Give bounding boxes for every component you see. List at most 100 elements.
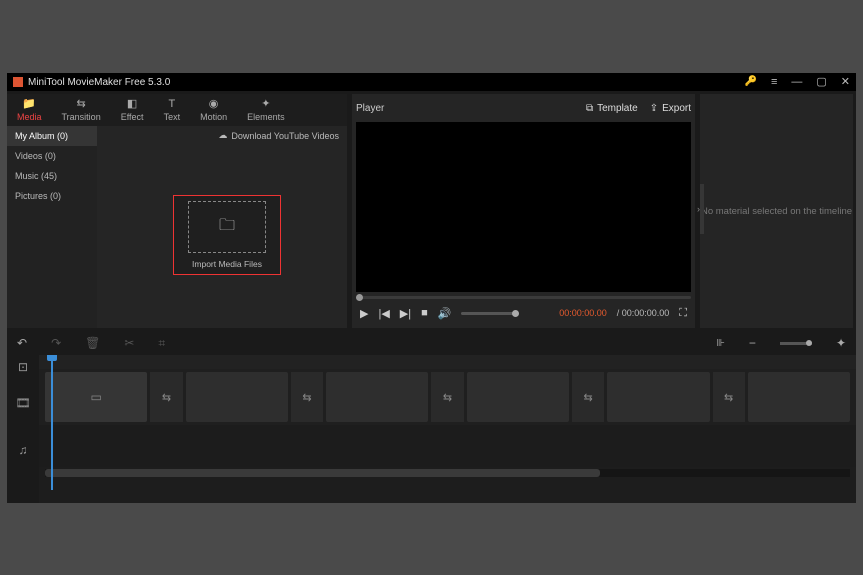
- player-controls: ▶ |◀ ▶| ■ 🔊 00:00:00.00 / 00:00:00.00 ⛶: [356, 302, 691, 324]
- properties-panel: › No material selected on the timeline: [700, 94, 853, 328]
- next-frame-button[interactable]: ▶|: [400, 307, 411, 320]
- menu-icon[interactable]: ≡: [771, 77, 777, 88]
- import-media-button[interactable]: 🗀 Import Media Files: [173, 195, 281, 275]
- tab-elements[interactable]: ✦ Elements: [237, 94, 295, 126]
- transition-slot[interactable]: ⇆: [572, 372, 604, 422]
- scrub-track[interactable]: [356, 296, 691, 299]
- timeline-toolbar: ↶ ↷ 🗑 ✂ ⌗ ⊪ − ✦: [7, 331, 856, 355]
- clip-slot[interactable]: [326, 372, 428, 422]
- close-button[interactable]: ✕: [841, 77, 850, 88]
- app-window: MiniTool MovieMaker Free 5.3.0 🔑 ≡ ― ▢ ✕…: [7, 73, 856, 503]
- motion-icon: ◉: [209, 99, 219, 110]
- tab-media[interactable]: 📁 Media: [7, 94, 52, 126]
- player-header: Player ⧉ Template ⇪ Export: [356, 98, 691, 118]
- timeline-settings-icon[interactable]: ⊪: [716, 338, 725, 349]
- transition-slot[interactable]: ⇆: [291, 372, 323, 422]
- time-current: 00:00:00.00: [559, 308, 607, 318]
- zoom-knob[interactable]: [806, 340, 812, 346]
- window-controls: 🔑 ≡ ― ▢ ✕: [745, 77, 851, 88]
- stop-button[interactable]: ■: [421, 307, 428, 319]
- expand-icon[interactable]: ›: [697, 204, 700, 214]
- media-body: My Album (0) Videos (0) Music (45) Pictu…: [7, 126, 347, 328]
- tab-elements-label: Elements: [247, 112, 285, 122]
- scrub-bar[interactable]: [356, 292, 691, 302]
- player-title: Player: [356, 103, 384, 114]
- export-button[interactable]: ⇪ Export: [650, 103, 691, 114]
- scrub-knob[interactable]: [356, 294, 363, 301]
- export-icon: ⇪: [650, 103, 658, 114]
- license-key-icon[interactable]: 🔑: [745, 77, 757, 87]
- audio-track[interactable]: [39, 425, 856, 467]
- zoom-out-button[interactable]: −: [749, 336, 756, 350]
- delete-button[interactable]: 🗑: [85, 336, 100, 350]
- app-title: MiniTool MovieMaker Free 5.3.0: [28, 77, 170, 88]
- redo-button[interactable]: ↷: [51, 336, 61, 350]
- folder-music[interactable]: Music (45): [7, 166, 97, 186]
- folder-pictures[interactable]: Pictures (0): [7, 186, 97, 206]
- volume-icon[interactable]: 🔊: [438, 307, 452, 320]
- download-youtube-label: Download YouTube Videos: [231, 131, 339, 141]
- clip-slot[interactable]: [607, 372, 709, 422]
- undo-button[interactable]: ↶: [17, 336, 27, 350]
- transition-slot[interactable]: ⇆: [713, 372, 745, 422]
- media-area: ☁ Download YouTube Videos 🗀 Import Media…: [97, 126, 347, 328]
- template-label: Template: [597, 103, 638, 114]
- tab-text[interactable]: T Text: [154, 94, 191, 126]
- download-youtube-link[interactable]: ☁ Download YouTube Videos: [218, 130, 339, 141]
- transition-slot[interactable]: ⇆: [150, 372, 182, 422]
- folder-videos[interactable]: Videos (0): [7, 146, 97, 166]
- template-button[interactable]: ⧉ Template: [586, 103, 638, 114]
- folder-icon: 📁: [22, 99, 36, 110]
- folder-open-icon: 🗀: [219, 214, 235, 241]
- tab-effect-label: Effect: [121, 112, 144, 122]
- clip-slot[interactable]: [467, 372, 569, 422]
- crop-button[interactable]: ⌗: [158, 336, 165, 351]
- clip-placeholder-icon: ▭: [90, 390, 101, 404]
- transition-slot[interactable]: ⇆: [431, 372, 463, 422]
- clip-slot[interactable]: [748, 372, 850, 422]
- time-total: / 00:00:00.00: [617, 308, 670, 318]
- tab-media-label: Media: [17, 112, 42, 122]
- app-logo-icon: [13, 77, 23, 87]
- export-label: Export: [662, 103, 691, 114]
- tab-transition[interactable]: ⇆ Transition: [52, 94, 111, 126]
- video-track-icon[interactable]: 🎞: [7, 379, 39, 426]
- maximize-button[interactable]: ▢: [816, 77, 826, 88]
- top-tabs: 📁 Media ⇆ Transition ◧ Effect T Text ◉: [7, 94, 347, 126]
- transition-icon: ⇆: [77, 99, 86, 110]
- titlebar: MiniTool MovieMaker Free 5.3.0 🔑 ≡ ― ▢ ✕: [7, 73, 856, 91]
- import-dropzone: 🗀: [188, 201, 266, 253]
- video-track[interactable]: ▭ ⇆ ⇆ ⇆ ⇆ ⇆: [39, 369, 856, 425]
- minimize-button[interactable]: ―: [791, 77, 802, 88]
- playhead[interactable]: [51, 355, 53, 490]
- folder-my-album[interactable]: My Album (0): [7, 126, 97, 146]
- split-button[interactable]: ✂: [124, 336, 134, 350]
- text-icon: T: [168, 99, 175, 110]
- volume-slider[interactable]: [461, 312, 519, 315]
- clip-slot[interactable]: ▭: [45, 372, 147, 422]
- zoom-in-button[interactable]: ✦: [836, 336, 846, 350]
- video-preview[interactable]: [356, 122, 691, 292]
- panel-divider: [700, 184, 704, 234]
- media-panel: 📁 Media ⇆ Transition ◧ Effect T Text ◉: [7, 94, 347, 328]
- tab-effect[interactable]: ◧ Effect: [111, 94, 154, 126]
- media-folders: My Album (0) Videos (0) Music (45) Pictu…: [7, 126, 97, 328]
- elements-icon: ✦: [261, 99, 270, 110]
- fullscreen-button[interactable]: ⛶: [679, 307, 687, 320]
- play-button[interactable]: ▶: [360, 307, 368, 320]
- prev-frame-button[interactable]: |◀: [378, 307, 389, 320]
- audio-track-icon[interactable]: ♫: [7, 426, 39, 473]
- clip-slot[interactable]: [186, 372, 288, 422]
- timeline-tracks[interactable]: ▭ ⇆ ⇆ ⇆ ⇆ ⇆: [39, 355, 856, 503]
- zoom-slider[interactable]: [780, 342, 812, 345]
- tab-motion[interactable]: ◉ Motion: [190, 94, 237, 126]
- track-lock-icon[interactable]: ⊡: [7, 355, 39, 379]
- tab-transition-label: Transition: [62, 112, 101, 122]
- import-media-label: Import Media Files: [192, 259, 262, 269]
- scrollbar-thumb[interactable]: [45, 469, 600, 477]
- timeline-scrollbar[interactable]: [45, 469, 850, 477]
- properties-empty-message: No material selected on the timeline: [701, 206, 852, 217]
- volume-knob[interactable]: [512, 310, 519, 317]
- time-ruler[interactable]: [39, 355, 856, 369]
- player-panel: Player ⧉ Template ⇪ Export ▶ |◀: [352, 94, 695, 328]
